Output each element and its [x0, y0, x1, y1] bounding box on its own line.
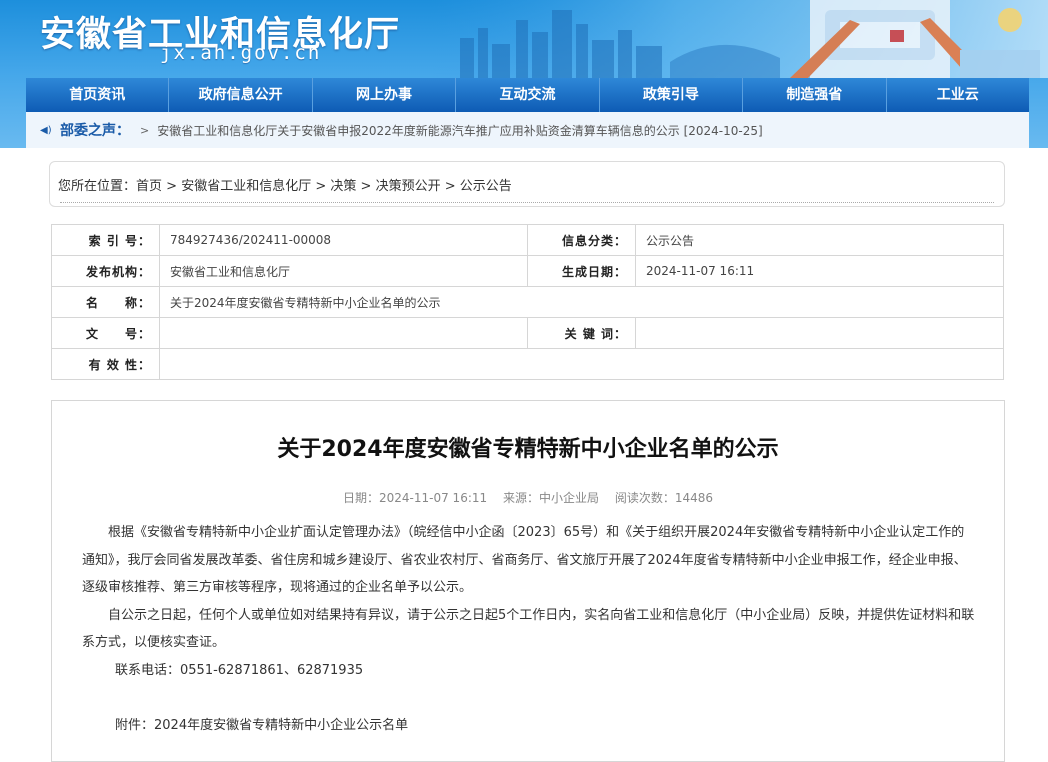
site-header: 安徽省工业和信息化厅 jx.ah.gov.cn 首页资讯 政府信息公开 网上办事… — [0, 0, 1048, 148]
docno-value — [159, 317, 528, 349]
breadcrumb-box: 您所在位置：首页 > 安徽省工业和信息化厅 > 决策 > 决策预公开 > 公示公… — [49, 161, 1005, 207]
article-date: 日期：2024-11-07 16:11 — [343, 491, 488, 505]
breadcrumb-item-home[interactable]: 首页 — [136, 179, 162, 194]
chevron-right-icon: > — [140, 123, 150, 137]
article-body: 根据《安徽省专精特新中小企业扩面认定管理办法》（皖经信中小企函〔2023〕65号… — [82, 519, 976, 739]
nav-item-policy[interactable]: 政策引导 — [600, 78, 744, 112]
date-value: 2024-11-07 16:11 — [635, 255, 1004, 287]
article-box: 关于2024年度安徽省专精特新中小企业名单的公示 日期：2024-11-07 1… — [51, 400, 1005, 762]
header-banner-image — [430, 0, 1048, 78]
nav-item-interaction[interactable]: 互动交流 — [456, 78, 600, 112]
name-value: 关于2024年度安徽省专精特新中小企业名单的公示 — [159, 286, 1004, 318]
index-label: 索 引 号： — [51, 224, 160, 256]
table-row: 索 引 号： 784927436/202411-00008 信息分类： 公示公告 — [51, 224, 1004, 256]
table-row: 名 称： 关于2024年度安徽省专精特新中小企业名单的公示 — [51, 286, 1004, 318]
breadcrumb-separator: > — [311, 179, 331, 194]
index-value: 784927436/202411-00008 — [159, 224, 528, 256]
nav-item-home[interactable]: 首页资讯 — [26, 78, 170, 112]
notice-link[interactable]: 安徽省工业和信息化厅关于安徽省申报2022年度新能源汽车推广应用补贴资金清算车辆… — [157, 122, 762, 139]
article-paragraph: 根据《安徽省专精特新中小企业扩面认定管理办法》（皖经信中小企函〔2023〕65号… — [82, 525, 967, 595]
article-source: 来源：中小企业局 — [502, 491, 599, 505]
table-row: 文 号： 关 键 词： — [51, 317, 1004, 349]
breadcrumb-prefix: 您所在位置： — [58, 179, 137, 194]
date-label: 生成日期： — [527, 255, 636, 287]
keyword-value — [635, 317, 1004, 349]
dotted-divider — [60, 202, 994, 203]
notice-bar: ◀) 部委之声： > 安徽省工业和信息化厅关于安徽省申报2022年度新能源汽车推… — [26, 112, 1029, 148]
nav-item-online-service[interactable]: 网上办事 — [313, 78, 457, 112]
category-label: 信息分类： — [527, 224, 636, 256]
speaker-icon: ◀) — [40, 124, 52, 136]
breadcrumb: 您所在位置：首页 > 安徽省工业和信息化厅 > 决策 > 决策预公开 > 公示公… — [58, 175, 512, 194]
breadcrumb-item-department[interactable]: 安徽省工业和信息化厅 — [181, 179, 311, 194]
name-label: 名 称： — [51, 286, 160, 318]
publisher-label: 发布机构： — [51, 255, 160, 287]
breadcrumb-separator: > — [356, 179, 376, 194]
info-table: 索 引 号： 784927436/202411-00008 信息分类： 公示公告… — [51, 224, 1004, 380]
site-url: jx.ah.gov.cn — [160, 42, 322, 64]
main-nav: 首页资讯 政府信息公开 网上办事 互动交流 政策引导 制造强省 工业云 — [26, 78, 1029, 112]
keyword-label: 关 键 词： — [527, 317, 636, 349]
validity-label: 有 效 性： — [51, 348, 160, 380]
nav-item-industry-cloud[interactable]: 工业云 — [887, 78, 1029, 112]
breadcrumb-item-pre-disclosure[interactable]: 决策预公开 — [376, 179, 441, 194]
category-value: 公示公告 — [635, 224, 1004, 256]
breadcrumb-separator: > — [162, 179, 182, 194]
notice-label: 部委之声： — [60, 123, 130, 139]
table-row: 发布机构： 安徽省工业和信息化厅 生成日期： 2024-11-07 16:11 — [51, 255, 1004, 287]
breadcrumb-separator: > — [440, 179, 460, 194]
article-paragraph: 自公示之日起，任何个人或单位如对结果持有异议，请于公示之日起5个工作日内，实名向… — [82, 607, 975, 651]
nav-item-manufacturing[interactable]: 制造强省 — [743, 78, 887, 112]
docno-label: 文 号： — [51, 317, 160, 349]
table-row: 有 效 性： — [51, 348, 1004, 380]
attachment-link[interactable]: 附件：2024年度安徽省专精特新中小企业公示名单 — [82, 712, 976, 740]
publisher-value: 安徽省工业和信息化厅 — [159, 255, 528, 287]
article-views: 阅读次数：14486 — [614, 491, 713, 505]
nav-item-gov-info[interactable]: 政府信息公开 — [169, 78, 313, 112]
contact-phone: 联系电话：0551-62871861、62871935 — [115, 662, 364, 678]
article-title: 关于2024年度安徽省专精特新中小企业名单的公示 — [277, 437, 779, 462]
validity-value — [159, 348, 1004, 380]
article-meta: 日期：2024-11-07 16:11 来源：中小企业局 阅读次数：14486 — [52, 489, 1004, 506]
breadcrumb-item-decision[interactable]: 决策 — [330, 179, 356, 194]
breadcrumb-item-announcement[interactable]: 公示公告 — [460, 179, 512, 194]
